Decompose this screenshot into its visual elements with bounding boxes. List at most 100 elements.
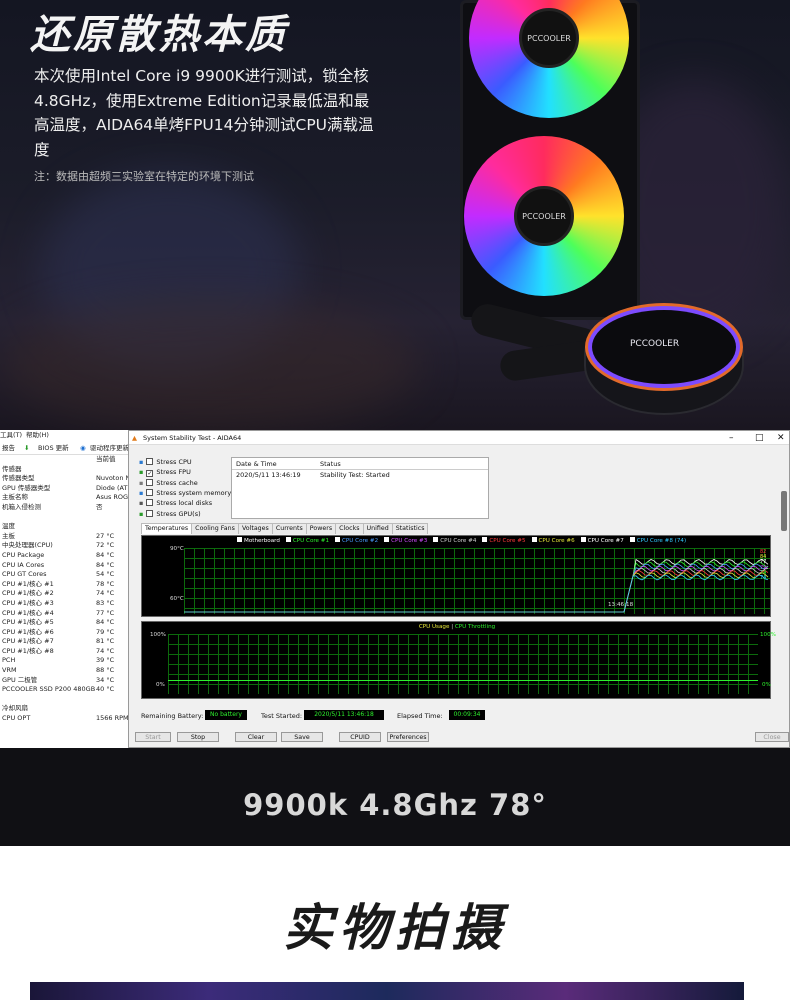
legend-item[interactable]: CPU Core #8 (74) xyxy=(629,537,686,544)
hero-banner: PCCOOLER PCCOOLER PCCOOLER 还原散热本质 本次使用In… xyxy=(0,0,790,430)
legend-checkbox[interactable] xyxy=(285,537,291,542)
sensor-value: 77 °C xyxy=(96,608,115,617)
sensor-name: GPU 二极管 xyxy=(2,675,38,684)
tab-statistics[interactable]: Statistics xyxy=(391,523,429,534)
stress-options: ▪ Stress CPU ▪ ✓ Stress FPU ▪ Stress cache ▪ Str… xyxy=(139,457,239,519)
sensor-row[interactable]: 主板名称 Asus ROG xyxy=(0,493,130,503)
stress-option[interactable]: ▪ Stress system memory xyxy=(139,488,231,498)
legend-item[interactable]: CPU Core #7 xyxy=(580,537,624,544)
tab-voltages[interactable]: Voltages xyxy=(237,523,273,534)
stop-button[interactable]: Stop xyxy=(177,732,219,742)
menu-tools[interactable]: 工具(T) xyxy=(0,430,22,441)
sensor-name: GPU 传感器类型 xyxy=(2,483,51,492)
sensor-row[interactable]: CPU #1/核心 #7 81 °C xyxy=(0,637,130,647)
sensor-value: 40 °C xyxy=(96,685,115,694)
checkbox[interactable] xyxy=(146,488,154,496)
sensor-row[interactable]: CPU #1/核心 #3 83 °C xyxy=(0,599,130,609)
legend-checkbox[interactable] xyxy=(237,537,242,542)
legend-item[interactable]: Motherboard xyxy=(237,537,280,544)
cpuid-button[interactable]: CPUID xyxy=(339,732,381,742)
sensor-row[interactable]: GPU 传感器类型 Diode (ATI xyxy=(0,484,130,494)
sensor-row[interactable]: CPU OPT 1566 RPM xyxy=(0,714,130,724)
aida64-titlebar: ▲ System Stability Test - AIDA64 – □ ✕ xyxy=(129,431,789,445)
preferences-button[interactable]: Preferences xyxy=(387,732,429,742)
start-button[interactable]: Start xyxy=(135,732,171,742)
sensor-row[interactable]: CPU #1/核心 #8 74 °C xyxy=(0,647,130,657)
temperature-list: 主板 27 °C 中央处理器(CPU) 72 °C CPU Package 84 °C CP… xyxy=(0,532,130,695)
legend-item[interactable]: CPU Core #3 xyxy=(384,537,427,544)
save-button[interactable]: Save xyxy=(281,732,323,742)
driver-update-button[interactable]: 驱动程序更新 xyxy=(90,441,129,455)
sensor-row[interactable]: CPU #1/核心 #2 74 °C xyxy=(0,589,130,599)
tab-currents[interactable]: Currents xyxy=(271,523,307,534)
sensor-row[interactable]: 机箱入侵检测 否 xyxy=(0,503,130,513)
tab-powers[interactable]: Powers xyxy=(305,523,337,534)
result-caption: 9900k 4.8Ghz 78° xyxy=(243,788,547,822)
sensor-row[interactable]: CPU #1/核心 #4 77 °C xyxy=(0,609,130,619)
table-header-date: Date & Time xyxy=(236,460,277,468)
sensor-row[interactable]: GPU 二极管 34 °C xyxy=(0,676,130,686)
tab-clocks[interactable]: Clocks xyxy=(335,523,364,534)
sensor-row[interactable]: CPU Package 84 °C xyxy=(0,551,130,561)
maximize-icon[interactable]: □ xyxy=(755,431,764,445)
stress-option[interactable]: ▪ Stress local disks xyxy=(139,498,212,508)
legend-checkbox[interactable] xyxy=(384,537,390,542)
sensor-row[interactable]: CPU #1/核心 #6 79 °C xyxy=(0,628,130,638)
legend-checkbox[interactable] xyxy=(531,537,537,542)
usage-bottom-right-label: 0% xyxy=(762,682,771,688)
stress-option[interactable]: ▪ Stress CPU xyxy=(139,457,192,467)
sensor-row[interactable]: CPU #1/核心 #1 78 °C xyxy=(0,580,130,590)
tab-temperatures[interactable]: Temperatures xyxy=(141,523,193,534)
close-button[interactable]: Close xyxy=(755,732,789,742)
sensor-row[interactable]: 主板 27 °C xyxy=(0,532,130,542)
sensor-name: VRM xyxy=(2,666,17,675)
checkbox[interactable] xyxy=(146,509,154,517)
checkbox[interactable]: ✓ xyxy=(146,470,154,478)
legend-item[interactable]: CPU Core #5 xyxy=(482,537,526,544)
legend-item[interactable]: CPU Core #4 xyxy=(433,537,476,544)
clear-button[interactable]: Clear xyxy=(235,732,277,742)
sensor-row[interactable]: 中央处理器(CPU) 72 °C xyxy=(0,541,130,551)
legend-item[interactable]: CPU Core #1 xyxy=(285,537,329,544)
tab-cooling-fans[interactable]: Cooling Fans xyxy=(191,523,239,534)
stress-option[interactable]: ▪ Stress GPU(s) xyxy=(139,509,201,519)
legend-checkbox[interactable] xyxy=(580,537,586,542)
tab-unified[interactable]: Unified xyxy=(362,523,393,534)
checkbox[interactable] xyxy=(146,478,154,486)
sensor-name: CPU #1/核心 #1 xyxy=(2,579,54,588)
sensor-row[interactable]: CPU #1/核心 #5 84 °C xyxy=(0,618,130,628)
usage-top-label: 100% xyxy=(150,632,166,638)
sensor-value: 54 °C xyxy=(96,570,115,579)
y-axis-top-label: 90°C xyxy=(170,546,184,552)
bios-update-button[interactable]: BIOS 更新 xyxy=(38,441,69,455)
sensor-row[interactable]: PCH 39 °C xyxy=(0,656,130,666)
sensor-name: CPU #1/核心 #3 xyxy=(2,598,54,607)
sensor-row[interactable]: CPU GT Cores 54 °C xyxy=(0,570,130,580)
pump-rgb-top: PCCOOLER xyxy=(592,310,736,384)
legend-item[interactable]: CPU Core #6 xyxy=(531,537,575,544)
legend-checkbox[interactable] xyxy=(482,537,488,542)
sensor-row[interactable]: PCCOOLER SSD P200 480GB 40 °C xyxy=(0,685,130,695)
stress-option[interactable]: ▪ Stress cache xyxy=(139,478,198,488)
sensor-row[interactable]: VRM 88 °C xyxy=(0,666,130,676)
legend-checkbox[interactable] xyxy=(335,537,341,542)
sensor-row[interactable]: 传感器类型 Nuvoton N xyxy=(0,474,130,484)
menu-help[interactable]: 帮助(H) xyxy=(26,430,49,441)
scrollbar-thumb[interactable] xyxy=(781,491,787,531)
tab-strip: Temperatures Cooling Fans Voltages Currents… xyxy=(141,523,429,534)
temperature-trace xyxy=(184,558,769,613)
sensor-name: CPU IA Cores xyxy=(2,560,45,569)
table-row[interactable]: 2020/5/11 13:46:19 Stability Test: Start… xyxy=(232,470,488,481)
sensor-row[interactable]: CPU IA Cores 84 °C xyxy=(0,561,130,571)
minimize-icon[interactable]: – xyxy=(729,431,734,445)
legend-checkbox[interactable] xyxy=(433,537,439,542)
checkbox[interactable] xyxy=(146,458,154,465)
close-icon[interactable]: ✕ xyxy=(777,431,785,445)
checkbox[interactable] xyxy=(146,499,154,507)
report-button[interactable]: 报告 xyxy=(2,441,15,455)
legend-item[interactable]: CPU Core #2 xyxy=(335,537,378,544)
driver-update-icon: ◉ xyxy=(80,444,86,452)
stress-option[interactable]: ▪ ✓ Stress FPU xyxy=(139,467,191,478)
legend-checkbox[interactable] xyxy=(629,537,635,542)
flame-icon: ▲ xyxy=(132,434,137,442)
